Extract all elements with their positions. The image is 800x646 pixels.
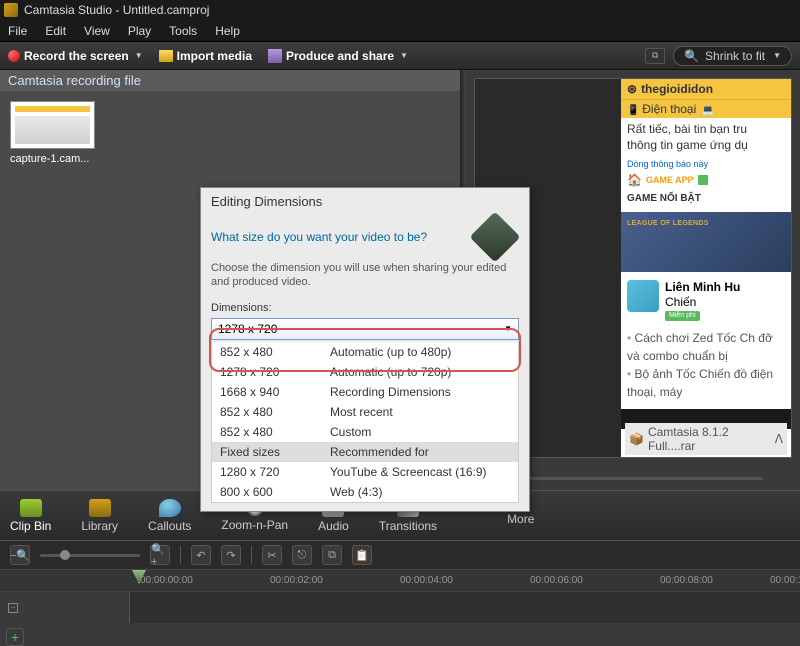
titlebar: Camtasia Studio - Untitled.camproj [0, 0, 800, 20]
logo-icon: ⊛ [627, 82, 637, 96]
cut-button[interactable]: ✂ [262, 545, 282, 565]
dimensions-select[interactable]: 1278 x 720 ▼ [211, 318, 519, 340]
clip-bin-header: Camtasia recording file [0, 70, 460, 91]
taskbar-item: 📦Camtasia 8.1.2 Full....rarᐱ [625, 423, 787, 455]
track-collapse-icon[interactable]: − [8, 603, 18, 613]
menu-view[interactable]: View [84, 24, 110, 38]
library-icon [89, 499, 111, 517]
dimensions-label: Dimensions: [201, 298, 529, 316]
timeline: −🔍 🔍+ ↶ ↷ ✂ ⎋ ⧉ 📋 00:00:00:00 00:00:02:0… [0, 540, 800, 623]
popout-button[interactable]: ⧉ [645, 48, 665, 64]
dimension-option[interactable]: 800 x 600Web (4:3) [212, 482, 518, 502]
android-icon [698, 175, 708, 185]
menubar: File Edit View Play Tools Help [0, 20, 800, 42]
share-icon [268, 49, 282, 63]
playback-slider[interactable] [503, 477, 763, 480]
dialog-question: What size do you want your video to be? [211, 230, 427, 244]
tab-callouts[interactable]: Callouts [148, 499, 191, 533]
search-icon: 🔍 [684, 49, 699, 63]
app-icon [4, 3, 18, 17]
zoom-slider[interactable] [40, 554, 140, 557]
dialog-title: Editing Dimensions [201, 188, 529, 215]
dimension-option[interactable]: 1668 x 940Recording Dimensions [212, 382, 518, 402]
dimension-option[interactable]: 1278 x 720Automatic (up to 720p) [212, 362, 518, 382]
timeline-ruler[interactable]: 00:00:00:00 00:00:02:00 00:00:04:00 00:0… [0, 569, 800, 591]
paste-button[interactable]: 📋 [352, 545, 372, 565]
menu-play[interactable]: Play [128, 24, 151, 38]
zoom-in-button[interactable]: 🔍+ [150, 545, 170, 565]
record-icon [8, 50, 20, 62]
dimensions-dropdown-list: 852 x 480Automatic (up to 480p) 1278 x 7… [211, 342, 519, 503]
undo-button[interactable]: ↶ [191, 545, 211, 565]
chip-icon [470, 212, 521, 263]
editing-dimensions-dialog: Editing Dimensions What size do you want… [200, 187, 530, 512]
zoom-out-button[interactable]: −🔍 [10, 545, 30, 565]
phone-icon: 📱 [627, 105, 639, 116]
callouts-icon [159, 499, 181, 517]
menu-tools[interactable]: Tools [169, 24, 197, 38]
split-button[interactable]: ⎋ [292, 545, 312, 565]
import-button[interactable]: Import media [159, 49, 252, 63]
timeline-track[interactable]: − + [0, 591, 800, 623]
zoom-selector[interactable]: 🔍 Shrink to fit ▼ [673, 46, 792, 66]
preview-content: ⊛thegioididon 📱 Điện thoại 💻 Rất tiếc, b… [621, 79, 791, 457]
dimension-group-header: Fixed sizesRecommended for [212, 442, 518, 462]
dialog-description: Choose the dimension you will use when s… [201, 259, 529, 298]
record-button[interactable]: Record the screen ▼ [8, 49, 143, 63]
clip-bin-icon [20, 499, 42, 517]
game-thumbnail [621, 212, 791, 272]
chevron-down-icon: ▼ [773, 51, 781, 60]
game-icon [627, 280, 659, 312]
tab-library[interactable]: Library [81, 499, 118, 533]
add-track-button[interactable]: + [6, 628, 24, 646]
window-title: Camtasia Studio - Untitled.camproj [24, 3, 209, 17]
dimension-option[interactable]: 852 x 480Automatic (up to 480p) [212, 342, 518, 362]
chevron-down-icon: ▼ [504, 324, 512, 333]
dimension-option[interactable]: 852 x 480Most recent [212, 402, 518, 422]
dimension-option[interactable]: 852 x 480Custom [212, 422, 518, 442]
redo-button[interactable]: ↷ [221, 545, 241, 565]
main-toolbar: Record the screen ▼ Import media Produce… [0, 42, 800, 70]
folder-icon [159, 50, 173, 62]
chevron-down-icon: ▼ [400, 51, 408, 60]
chevron-down-icon: ▼ [135, 51, 143, 60]
menu-file[interactable]: File [8, 24, 27, 38]
home-icon: 🏠 [627, 173, 642, 187]
tab-clip-bin[interactable]: Clip Bin [10, 499, 51, 533]
menu-help[interactable]: Help [215, 24, 240, 38]
copy-button[interactable]: ⧉ [322, 545, 342, 565]
menu-edit[interactable]: Edit [45, 24, 66, 38]
dimension-option[interactable]: 1280 x 720YouTube & Screencast (16:9) [212, 462, 518, 482]
clip-thumbnail[interactable]: capture-1.cam... [10, 101, 100, 165]
thumbnail-image [10, 101, 95, 149]
produce-button[interactable]: Produce and share ▼ [268, 49, 408, 63]
track-header[interactable]: − [0, 592, 130, 623]
